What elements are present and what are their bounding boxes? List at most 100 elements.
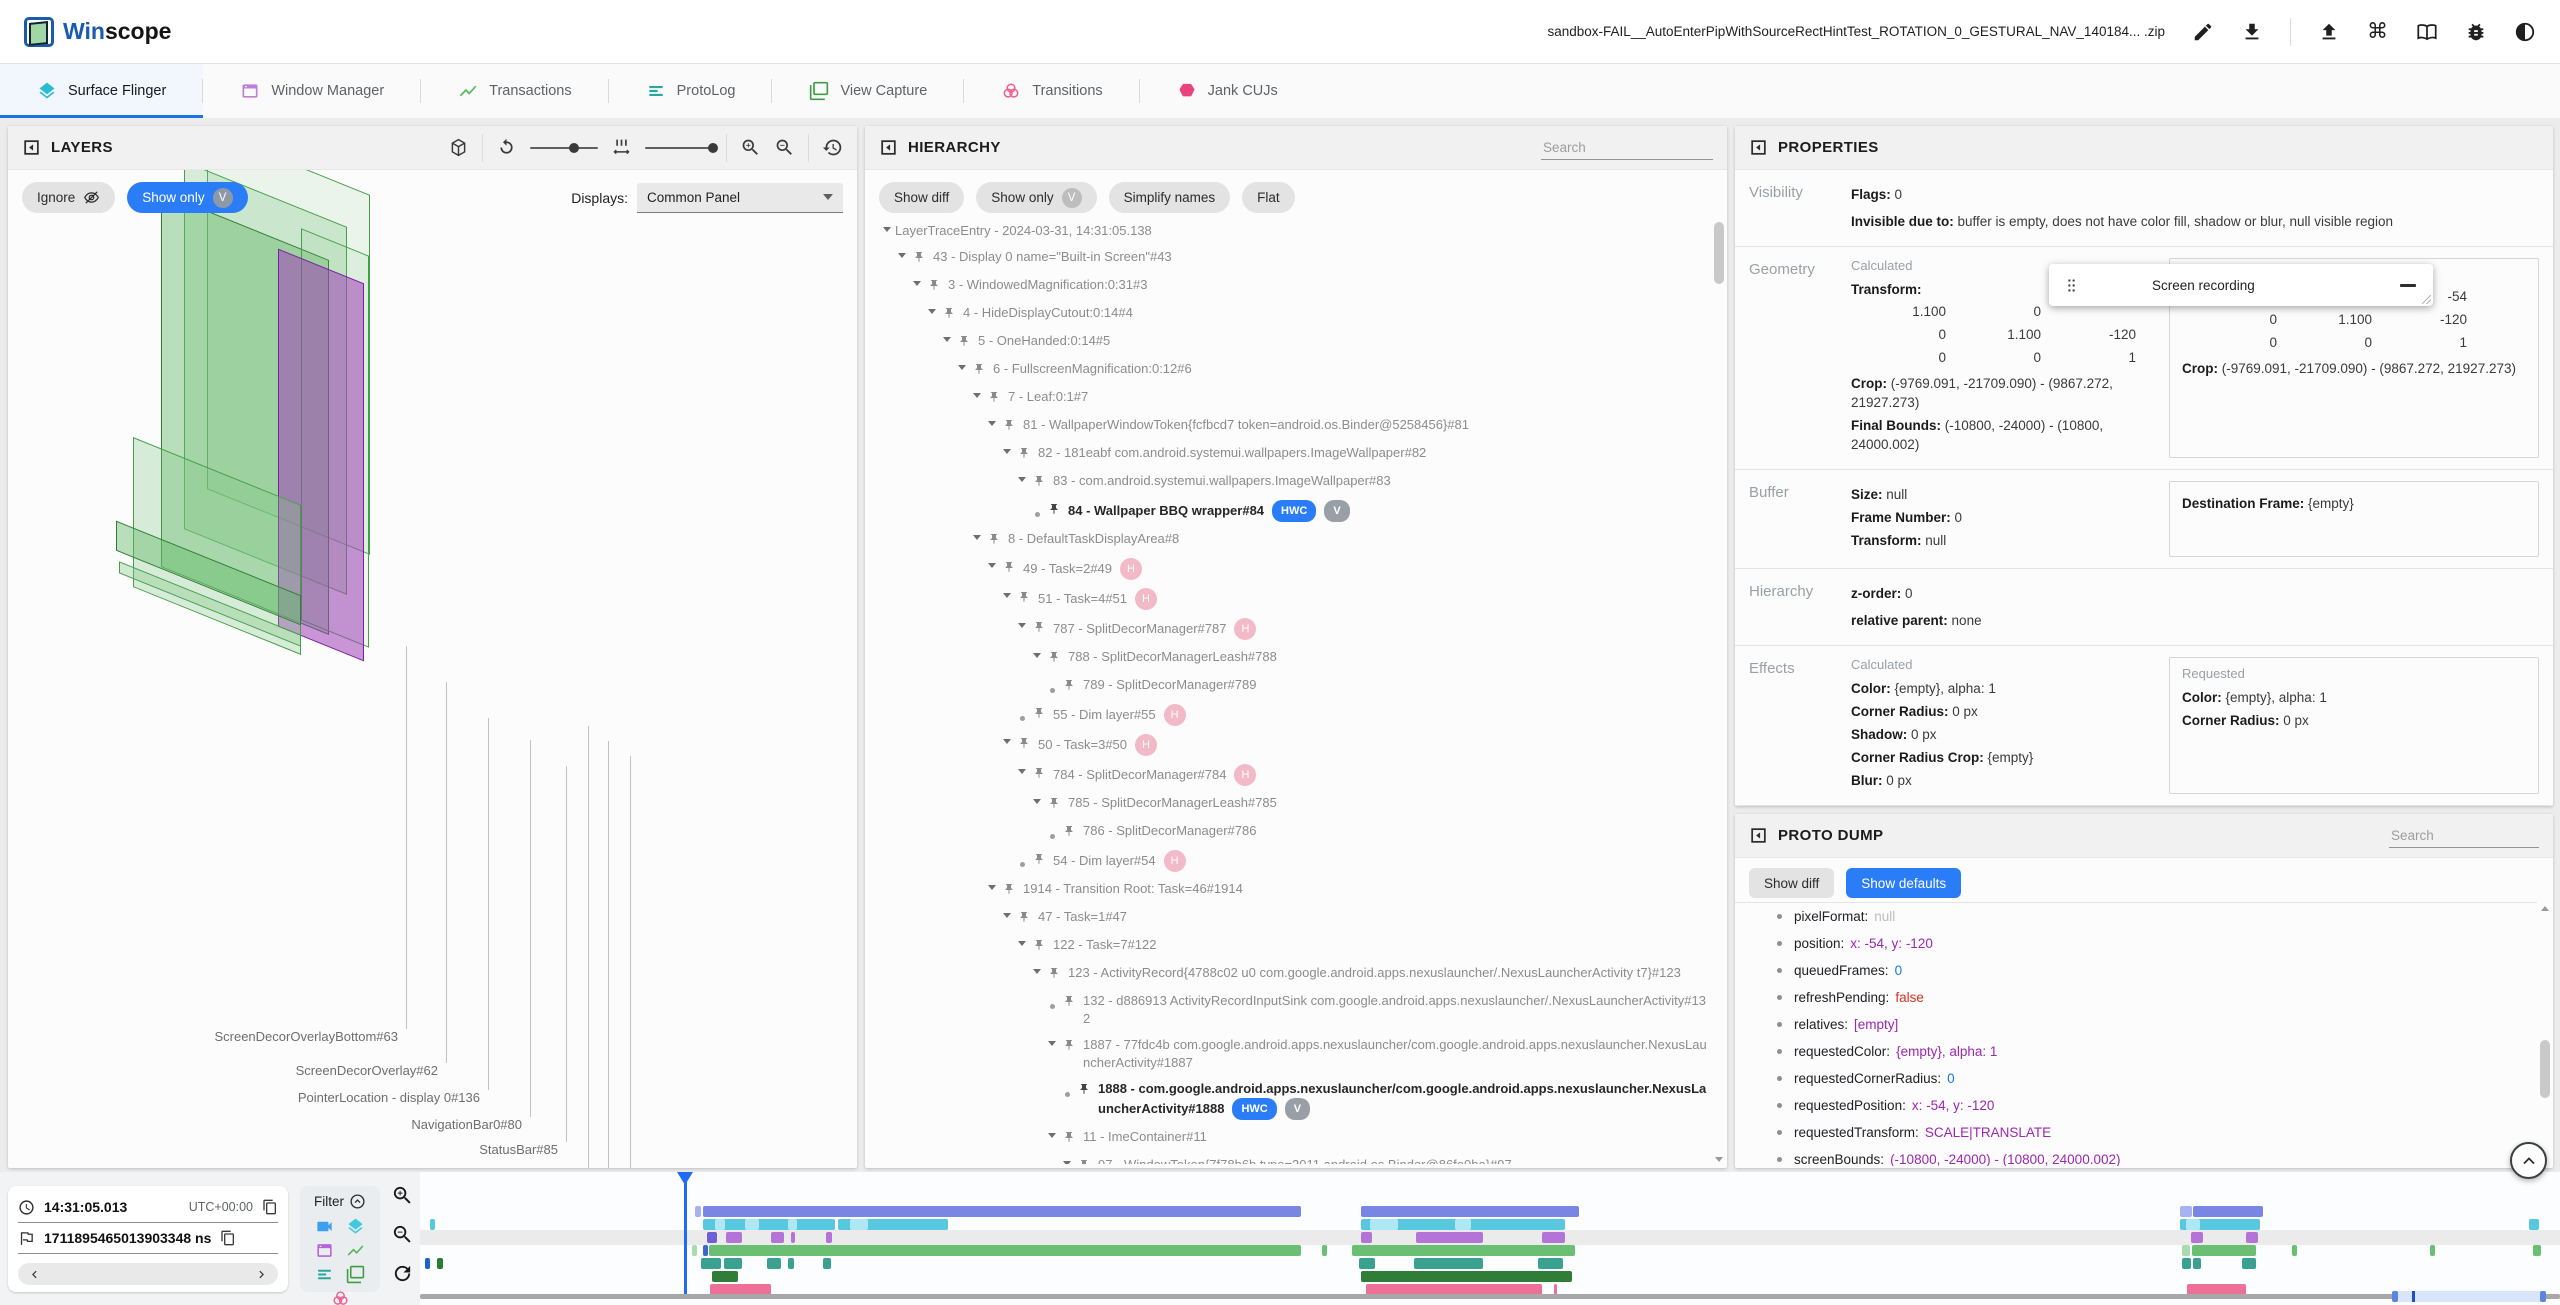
- pin-icon[interactable]: [1018, 910, 1033, 928]
- timeline-segment-window-manager[interactable]: [2191, 1232, 2203, 1243]
- timeline-segment-window-manager[interactable]: [1542, 1232, 1565, 1243]
- expand-arrow-icon[interactable]: [984, 885, 1000, 890]
- timeline-segment-surface-flinger[interactable]: [2180, 1206, 2192, 1217]
- zoom-in-icon[interactable]: [740, 137, 761, 158]
- timeline-segment-transactions[interactable]: [2430, 1245, 2435, 1256]
- timeline-segment-transactions[interactable]: [2292, 1245, 2297, 1256]
- hierarchy-node[interactable]: 789 - SplitDecorManager#789: [871, 672, 1711, 700]
- expand-arrow-icon[interactable]: [1014, 623, 1030, 628]
- hierarchy-node[interactable]: 47 - Task=1#47: [871, 904, 1711, 932]
- expand-arrow-icon[interactable]: [1029, 969, 1045, 974]
- layer-spacing-icon[interactable]: [611, 137, 632, 158]
- pin-icon[interactable]: [988, 532, 1003, 550]
- timeline-reset-zoom-icon[interactable]: [391, 1262, 414, 1285]
- drag-handle-icon[interactable]: [2063, 277, 2080, 294]
- minimize-button[interactable]: [2397, 274, 2419, 296]
- pin-icon[interactable]: [1003, 560, 1018, 578]
- pin-icon[interactable]: [913, 250, 928, 268]
- filter-videocam-icon[interactable]: [315, 1217, 334, 1236]
- timeline-segment-protolog[interactable]: [437, 1258, 443, 1269]
- pin-icon[interactable]: [1033, 620, 1048, 638]
- hierarchy-node[interactable]: 1914 - Transition Root: Task=46#1914: [871, 876, 1711, 904]
- timeline-segment-protolog[interactable]: [823, 1258, 831, 1269]
- pin-icon[interactable]: [973, 362, 988, 380]
- hierarchy-node[interactable]: 54 - Dim layer#54 H: [871, 846, 1711, 876]
- tab-window-manager[interactable]: Window Manager: [203, 64, 421, 118]
- expand-arrow-icon[interactable]: [894, 253, 910, 258]
- pin-icon[interactable]: [1078, 1158, 1093, 1164]
- expand-arrow-icon[interactable]: [999, 449, 1015, 454]
- timeline-cursor[interactable]: [684, 1182, 687, 1294]
- pin-icon[interactable]: [1048, 502, 1063, 520]
- timeline-segment-protolog[interactable]: [425, 1258, 430, 1269]
- hierarchy-node[interactable]: 82 - 181eabf com.android.systemui.wallpa…: [871, 440, 1711, 468]
- expand-arrow-icon[interactable]: [924, 309, 940, 314]
- hierarchy-node[interactable]: 49 - Task=2#49 H: [871, 554, 1711, 584]
- hierarchy-filter-flat[interactable]: Flat: [1242, 182, 1295, 213]
- tab-jank-cujs[interactable]: Jank CUJs: [1140, 64, 1315, 118]
- copy-time-icon[interactable]: [262, 1199, 278, 1215]
- range-handle-left[interactable]: [2392, 1291, 2398, 1302]
- timeline-segment-screen-recording[interactable]: [1455, 1219, 1471, 1230]
- timeline-segment-protolog[interactable]: [1538, 1258, 1563, 1269]
- download-trace-icon[interactable]: [2241, 21, 2263, 43]
- rotation-icon[interactable]: [496, 137, 517, 158]
- hierarchy-node[interactable]: 6 - FullscreenMagnification:0:12#6: [871, 356, 1711, 384]
- filter-stack-icon[interactable]: [346, 1265, 365, 1284]
- proto-scrollbar[interactable]: [2540, 906, 2550, 1160]
- timeline-segment-protolog[interactable]: [788, 1258, 794, 1269]
- pin-icon[interactable]: [943, 306, 958, 324]
- layers-3d-scene[interactable]: ScreenDecorOverlayBottom#63 ScreenDecorOv…: [8, 126, 857, 1168]
- timeline-segment-screen-recording[interactable]: [430, 1219, 435, 1230]
- expand-arrow-icon[interactable]: [1014, 941, 1030, 946]
- timeline-overview-track[interactable]: [420, 1294, 2560, 1299]
- timeline-zoom-in-icon[interactable]: [391, 1184, 414, 1207]
- pin-icon[interactable]: [1018, 446, 1033, 464]
- rotation-slider[interactable]: [530, 142, 598, 153]
- zoom-out-icon[interactable]: [774, 137, 795, 158]
- proto-search-input[interactable]: [2389, 823, 2539, 848]
- hierarchy-node[interactable]: 55 - Dim layer#55 H: [871, 700, 1711, 730]
- expand-arrow-icon[interactable]: [969, 535, 985, 540]
- pin-icon[interactable]: [1003, 882, 1018, 900]
- hierarchy-node[interactable]: 11 - ImeContainer#11: [871, 1124, 1711, 1152]
- timeline-canvas[interactable]: [420, 1172, 2560, 1305]
- pin-icon[interactable]: [1033, 852, 1048, 870]
- expand-arrow-icon[interactable]: [1044, 1041, 1060, 1046]
- expand-arrow-icon[interactable]: [1059, 1161, 1075, 1164]
- tab-transitions[interactable]: Transitions: [964, 64, 1141, 118]
- expand-arrow-icon[interactable]: [1044, 1133, 1060, 1138]
- timeline-segment-window-manager[interactable]: [791, 1232, 795, 1243]
- pin-icon[interactable]: [1063, 1038, 1078, 1056]
- filter-lines-icon[interactable]: [315, 1265, 334, 1284]
- timeline-segment-surface-flinger[interactable]: [1361, 1206, 1579, 1217]
- hierarchy-node[interactable]: 1888 - com.google.android.apps.nexuslaun…: [871, 1076, 1711, 1124]
- timeline-segment-window-manager[interactable]: [2246, 1232, 2258, 1243]
- hierarchy-node[interactable]: 785 - SplitDecorManagerLeash#785: [871, 790, 1711, 818]
- timeline-segment-transactions[interactable]: [2533, 1245, 2541, 1256]
- timeline-cursor-handle[interactable]: [677, 1172, 693, 1185]
- proto-property-row[interactable]: screenBounds: (-10800, -24000) - (10800, …: [1735, 1146, 2537, 1166]
- hierarchy-filter-show-only[interactable]: Show only V: [976, 182, 1097, 213]
- proto-property-row[interactable]: relatives: [empty]: [1735, 1011, 2537, 1038]
- hierarchy-node[interactable]: 123 - ActivityRecord{4788c02 u0 com.goog…: [871, 960, 1711, 988]
- timeline-segment-transactions[interactable]: [2192, 1245, 2256, 1256]
- timeline-segment-screen-recording[interactable]: [715, 1219, 725, 1230]
- pin-icon[interactable]: [1033, 938, 1048, 956]
- hierarchy-node[interactable]: 81 - WallpaperWindowToken{fcfbcd7 token=…: [871, 412, 1711, 440]
- pin-icon[interactable]: [1063, 824, 1078, 842]
- proto-property-row[interactable]: requestedCornerRadius: 0: [1735, 1065, 2537, 1092]
- timeline-segment-protolog[interactable]: [1359, 1258, 1375, 1269]
- timeline-segment-transactions[interactable]: [1352, 1245, 1575, 1256]
- pin-icon[interactable]: [1063, 1130, 1078, 1148]
- upload-trace-icon[interactable]: [2318, 21, 2340, 43]
- expand-arrow-icon[interactable]: [954, 365, 970, 370]
- pin-icon[interactable]: [1018, 590, 1033, 608]
- proto-property-row[interactable]: requestedTransform: SCALE|TRANSLATE: [1735, 1119, 2537, 1146]
- hierarchy-node[interactable]: 787 - SplitDecorManager#787 H: [871, 614, 1711, 644]
- pin-icon[interactable]: [1018, 736, 1033, 754]
- hierarchy-node[interactable]: 784 - SplitDecorManager#784 H: [871, 760, 1711, 790]
- human-time-value[interactable]: 14:31:05.013: [44, 1199, 127, 1215]
- hierarchy-filter-simplify-names[interactable]: Simplify names: [1108, 182, 1231, 213]
- reset-view-icon[interactable]: [822, 137, 843, 158]
